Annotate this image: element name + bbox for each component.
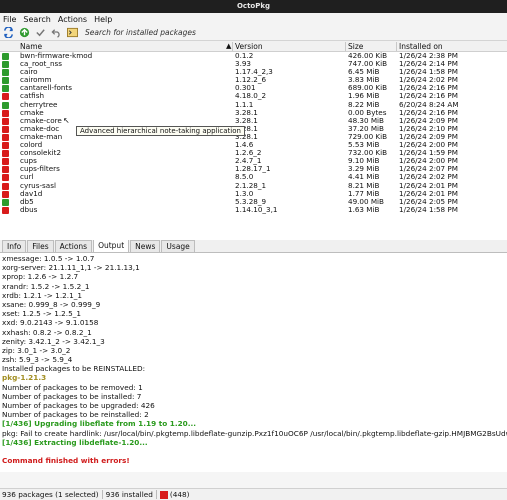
package-status-icon: [2, 166, 9, 174]
column-separator: [232, 42, 233, 51]
search-input[interactable]: Search for installed packages: [82, 27, 282, 39]
status-separator: [155, 490, 157, 499]
package-list-header: Name ▲ Version Size Installed on: [0, 41, 507, 52]
output-line: xset: 1.2.5 -> 1.2.5_1: [2, 309, 82, 319]
output-line: xrandr: 1.5.2 -> 1.5.2_1: [2, 281, 90, 291]
mouse-cursor-icon: ↖: [63, 116, 70, 125]
output-line: [1/436] Extracting libdeflate-1.20...: [2, 437, 148, 447]
tab-usage[interactable]: Usage: [161, 240, 195, 252]
package-status-icon: [2, 150, 9, 158]
sort-ascending-icon: ▲: [226, 42, 232, 50]
output-line: zsh: 5.9_3 -> 5.9_4: [2, 355, 73, 365]
menu-bar: File Search Actions Help: [0, 13, 507, 25]
upgrade-icon: [19, 27, 29, 38]
column-separator: [345, 42, 346, 51]
outdated-icon: [159, 490, 168, 499]
sync-icon: [3, 27, 13, 38]
toolbar: Search for installed packages: [0, 25, 507, 41]
package-status-icon: [2, 69, 9, 77]
output-line: pkg: Fail to create hardlink: /usr/local…: [2, 428, 507, 438]
sync-database-button[interactable]: [2, 27, 14, 39]
package-installed-on: 1/26/24 1:58 PM: [399, 204, 458, 214]
package-status-icon: [2, 133, 9, 141]
outdated-count[interactable]: (448): [170, 490, 190, 499]
installed-count: 936 installed: [105, 490, 153, 499]
system-upgrade-button[interactable]: [18, 27, 30, 39]
menu-actions[interactable]: Actions: [58, 15, 87, 24]
column-installed-on[interactable]: Installed on: [399, 42, 443, 51]
column-size[interactable]: Size: [348, 42, 363, 51]
package-status-icon: [2, 93, 9, 101]
terminal-icon: [66, 27, 78, 38]
output-line: zip: 3.0_1 -> 3.0_2: [2, 345, 71, 355]
output-line: xprop: 1.2.6 -> 1.2.7: [2, 272, 79, 282]
tab-info[interactable]: Info: [2, 240, 27, 252]
package-size: 1.63 MiB: [348, 204, 380, 214]
package-count: 936 packages (1 selected): [2, 490, 99, 499]
rollback-button[interactable]: [50, 27, 62, 39]
output-line: xrdb: 1.2.1 -> 1.2.1_1: [2, 290, 83, 300]
column-separator: [396, 42, 397, 51]
package-name: dbus: [20, 204, 38, 214]
package-status-icon: [2, 190, 9, 198]
package-status-icon: [2, 53, 9, 60]
package-status-icon: [2, 109, 9, 117]
status-bar: 936 packages (1 selected) 936 installed …: [0, 488, 507, 500]
tab-files[interactable]: Files: [27, 240, 54, 252]
package-status-icon: [2, 101, 9, 109]
tab-news[interactable]: News: [130, 240, 161, 252]
package-status-icon: [2, 125, 9, 133]
menu-search[interactable]: Search: [23, 15, 50, 24]
output-line: zenity: 3.42.1_2 -> 3.42.1_3: [2, 336, 105, 346]
title-bar: OctoPkg: [0, 0, 507, 13]
output-line: Command finished with errors!: [2, 456, 130, 466]
output-line: pkg-1.21.3: [2, 373, 47, 383]
menu-help[interactable]: Help: [94, 15, 112, 24]
window-title: OctoPkg: [236, 2, 271, 10]
output-line: xmessage: 1.0.5 -> 1.0.7: [2, 254, 95, 263]
package-version: 1.14.10_3,1: [235, 204, 278, 214]
output-line: Number of packages to be reinstalled: 2: [2, 410, 149, 420]
output-panel: xmessage: 1.0.5 -> 1.0.7 xorg-server: 21.…: [0, 253, 507, 472]
column-version[interactable]: Version: [235, 42, 263, 51]
output-line: xxhash: 0.8.2 -> 0.8.2_1: [2, 327, 92, 337]
output-line: Number of packages to be removed: 1: [2, 382, 143, 392]
package-status-icon: [2, 117, 9, 125]
app-window: OctoPkg File Search Actions Help Search …: [0, 0, 507, 500]
package-status-icon: [2, 158, 9, 166]
tab-output[interactable]: Output: [93, 239, 130, 252]
menu-file[interactable]: File: [3, 15, 16, 24]
output-line: Number of packages to be upgraded: 426: [2, 401, 155, 410]
package-status-icon: [2, 77, 9, 85]
commit-button[interactable]: [34, 27, 46, 39]
tab-actions[interactable]: Actions: [54, 240, 93, 252]
package-status-icon: [2, 182, 9, 190]
check-icon: [35, 29, 45, 37]
column-name[interactable]: Name: [20, 42, 42, 51]
output-line: [1/436] Upgrading libeflate from 1.19 to…: [2, 419, 197, 429]
table-row[interactable]: dbus 1.14.10_3,1 1.63 MiB 1/26/24 1:58 PM: [0, 204, 507, 214]
output-line: xorg-server: 21.1.11_1,1 -> 21.1.13,1: [2, 263, 140, 273]
package-status-icon: [2, 206, 9, 214]
output-line: Number of packages to be installed: 7: [2, 391, 142, 401]
package-status-icon: [2, 142, 9, 150]
package-status-icon: [2, 198, 9, 206]
undo-icon: [50, 29, 60, 38]
output-line: Installed packages to be REINSTALLED:: [2, 364, 146, 374]
status-separator: [101, 490, 103, 499]
package-list[interactable]: bwn-firmware-kmod 0.1.2 426.00 KiB 1/26/24 …: [0, 52, 507, 240]
output-line: xsane: 0.999_8 -> 0.999_9: [2, 299, 101, 309]
package-status-icon: [2, 61, 9, 69]
tooltip: Advanced hierarchical note-taking applic…: [76, 126, 245, 136]
output-line: xxd: 9.0.2143 -> 9.1.0158: [2, 318, 99, 328]
open-terminal-button[interactable]: [66, 27, 78, 39]
tab-bar: Info Files Actions Output News Usage: [0, 239, 507, 253]
package-status-icon: [2, 174, 9, 182]
package-status-icon: [2, 85, 9, 93]
